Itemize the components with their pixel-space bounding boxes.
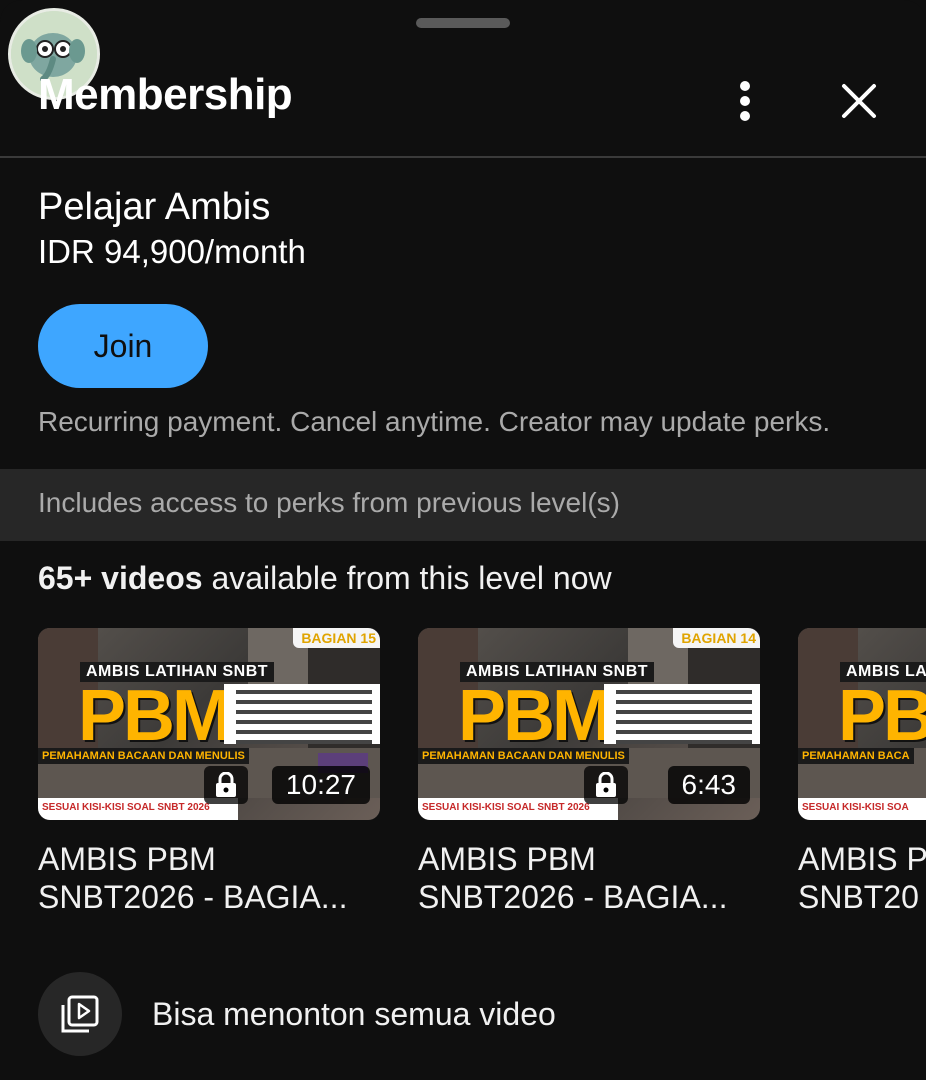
videos-heading: 65+ videos available from this level now xyxy=(38,560,612,597)
videos-count: 65+ videos xyxy=(38,560,203,596)
lock-badge xyxy=(584,766,628,804)
video-thumbnail[interactable]: BAGIAN 15 AMBIS LATIHAN SNBT PBM PEMAHAM… xyxy=(38,628,380,820)
video-title-line1[interactable]: AMBIS P xyxy=(798,840,926,878)
video-duration: 6:43 xyxy=(667,766,750,804)
perks-banner: Includes access to perks from previous l… xyxy=(0,469,926,541)
perk-icon-circle xyxy=(38,972,122,1056)
close-icon xyxy=(842,84,876,118)
thumbnail-topic-list xyxy=(604,684,760,744)
thumbnail-strip-text: SESUAI KISI-KISI SOAL SNBT 2026 xyxy=(422,802,590,813)
thumbnail-pbm-label: PBI xyxy=(838,676,926,756)
join-button[interactable]: Join xyxy=(38,304,208,388)
thumbnail-subtitle: PEMAHAMAN BACA xyxy=(798,748,914,764)
video-card[interactable]: BAGIAN 14 AMBIS LATIHAN SNBT PBM PEMAHAM… xyxy=(418,628,760,916)
recurring-payment-note: Recurring payment. Cancel anytime. Creat… xyxy=(38,406,831,437)
thumbnail-bottom-strip: SESUAI KISI-KISI SOA xyxy=(798,798,926,820)
video-duration: 10:27 xyxy=(271,766,370,804)
video-library-icon xyxy=(61,995,99,1033)
close-button[interactable] xyxy=(832,74,886,128)
page-title: Membership xyxy=(38,70,293,119)
thumbnail-strip-text: SESUAI KISI-KISI SOA xyxy=(802,802,909,813)
header-divider xyxy=(0,156,926,158)
thumbnail-pbm-label: PBM xyxy=(78,676,232,756)
videos-heading-rest: available from this level now xyxy=(202,560,612,596)
perk-label: Bisa menonton semua video xyxy=(152,995,556,1032)
thumbnail-part-label: BAGIAN 15 xyxy=(293,628,380,648)
thumbnail-subtitle: PEMAHAMAN BACAAN DAN MENULIS xyxy=(418,748,629,764)
video-title-line2[interactable]: SNBT2026 - BAGIA... xyxy=(38,878,380,916)
video-title-line2[interactable]: SNBT2026 - BAGIA... xyxy=(418,878,760,916)
thumbnail-strip-text: SESUAI KISI-KISI SOAL SNBT 2026 xyxy=(42,802,210,813)
lock-badge xyxy=(204,766,248,804)
video-title-line1[interactable]: AMBIS PBM xyxy=(38,840,380,878)
tier-price: IDR 94,900/month xyxy=(38,233,306,270)
perks-banner-text: Includes access to perks from previous l… xyxy=(38,487,620,518)
video-thumbnail[interactable]: BAGIAN 14 AMBIS LATIHAN SNBT PBM PEMAHAM… xyxy=(418,628,760,820)
perk-item: Bisa menonton semua video xyxy=(38,972,556,1056)
membership-sheet: Membership Pelajar Ambis IDR 94,900/mont… xyxy=(0,0,926,1080)
video-card[interactable]: AMBIS LA PBI PEMAHAMAN BACA SESUAI KISI-… xyxy=(798,628,926,916)
thumbnail-part-label: BAGIAN 14 xyxy=(673,628,760,648)
video-title-line2[interactable]: SNBT20 xyxy=(798,878,926,916)
more-options-button[interactable] xyxy=(718,74,772,128)
thumbnail-subtitle: PEMAHAMAN BACAAN DAN MENULIS xyxy=(38,748,249,764)
video-card[interactable]: BAGIAN 15 AMBIS LATIHAN SNBT PBM PEMAHAM… xyxy=(38,628,380,916)
lock-icon xyxy=(596,772,616,797)
lock-icon xyxy=(216,772,236,797)
video-title-line1[interactable]: AMBIS PBM xyxy=(418,840,760,878)
thumbnail-topic-list xyxy=(224,684,380,744)
video-thumbnail[interactable]: AMBIS LA PBI PEMAHAMAN BACA SESUAI KISI-… xyxy=(798,628,926,820)
drag-handle[interactable] xyxy=(416,18,510,28)
tier-name: Pelajar Ambis xyxy=(38,186,271,228)
more-vert-icon xyxy=(740,81,750,121)
thumbnail-pbm-label: PBM xyxy=(458,676,612,756)
